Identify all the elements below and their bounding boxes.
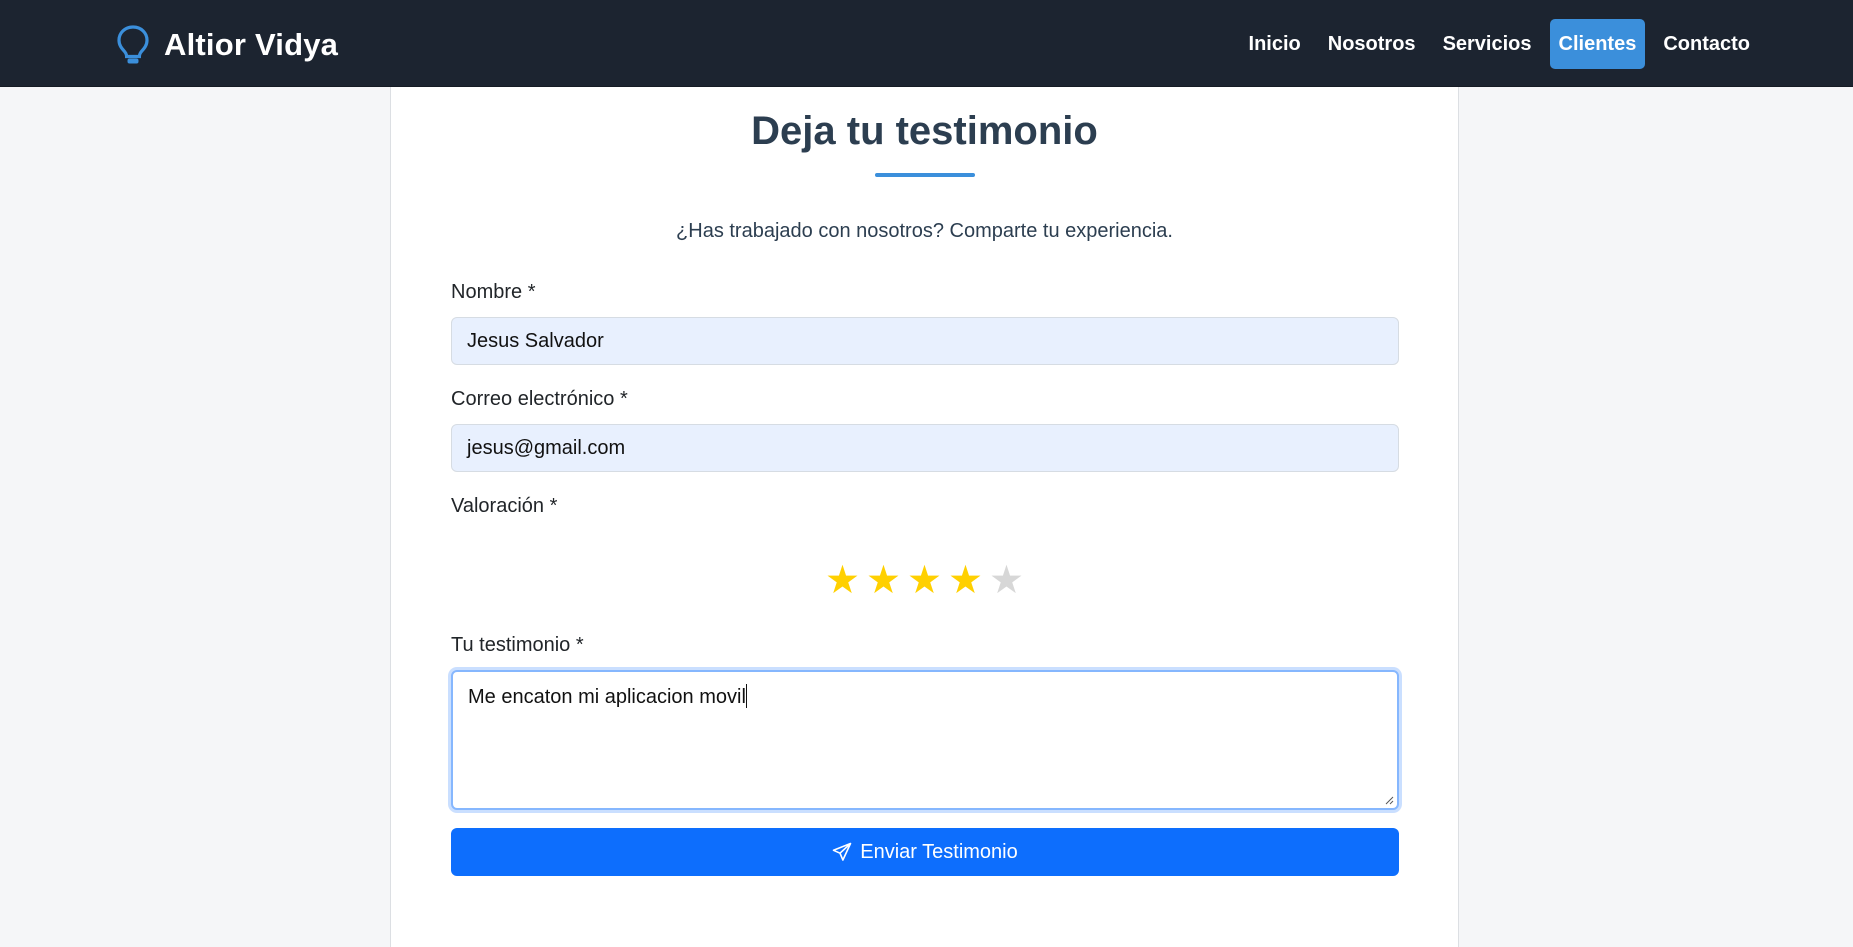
brand-name: Altior Vidya [164,27,339,62]
name-input[interactable]: Jesus Salvador [451,317,1399,365]
page-title: Deja tu testimonio [751,109,1098,153]
testimonial-textarea[interactable]: Me encaton mi aplicacion movil [451,670,1399,810]
nav-link-inicio[interactable]: Inicio [1240,19,1310,69]
email-input[interactable]: jesus@gmail.com [451,424,1399,472]
rating-label: Valoración * [451,495,558,517]
star-5-icon[interactable]: ★ [989,561,1025,601]
star-4-icon[interactable]: ★ [948,561,984,601]
star-rating: ★ ★ ★ ★ ★ [391,561,1458,601]
testimonial-text: Me encaton mi aplicacion movil [468,686,746,708]
submit-testimonial-button[interactable]: Enviar Testimonio [451,828,1399,876]
testimonial-card: Deja tu testimonio ¿Has trabajado con no… [390,87,1459,947]
nav-link-nosotros[interactable]: Nosotros [1319,19,1425,69]
lightbulb-icon [117,25,149,64]
star-1-icon[interactable]: ★ [825,561,861,601]
nav-link-servicios[interactable]: Servicios [1434,19,1541,69]
nav-menu: Inicio Nosotros Servicios Clientes Conta… [1240,19,1759,69]
star-3-icon[interactable]: ★ [907,561,943,601]
form-subtitle: ¿Has trabajado con nosotros? Comparte tu… [676,220,1173,242]
name-label: Nombre * [451,281,536,303]
navbar: Altior Vidya Inicio Nosotros Servicios C… [0,0,1853,87]
nav-link-contacto[interactable]: Contacto [1654,19,1759,69]
title-underline [875,173,975,177]
email-label: Correo electrónico * [451,388,628,410]
text-caret [745,684,747,708]
testimonial-label: Tu testimonio * [451,634,584,656]
submit-label: Enviar Testimonio [860,840,1018,863]
star-2-icon[interactable]: ★ [866,561,902,601]
brand-link[interactable]: Altior Vidya [116,22,338,68]
resize-handle-icon[interactable] [1384,795,1394,805]
send-icon [832,842,852,861]
nav-link-clientes[interactable]: Clientes [1549,19,1646,69]
